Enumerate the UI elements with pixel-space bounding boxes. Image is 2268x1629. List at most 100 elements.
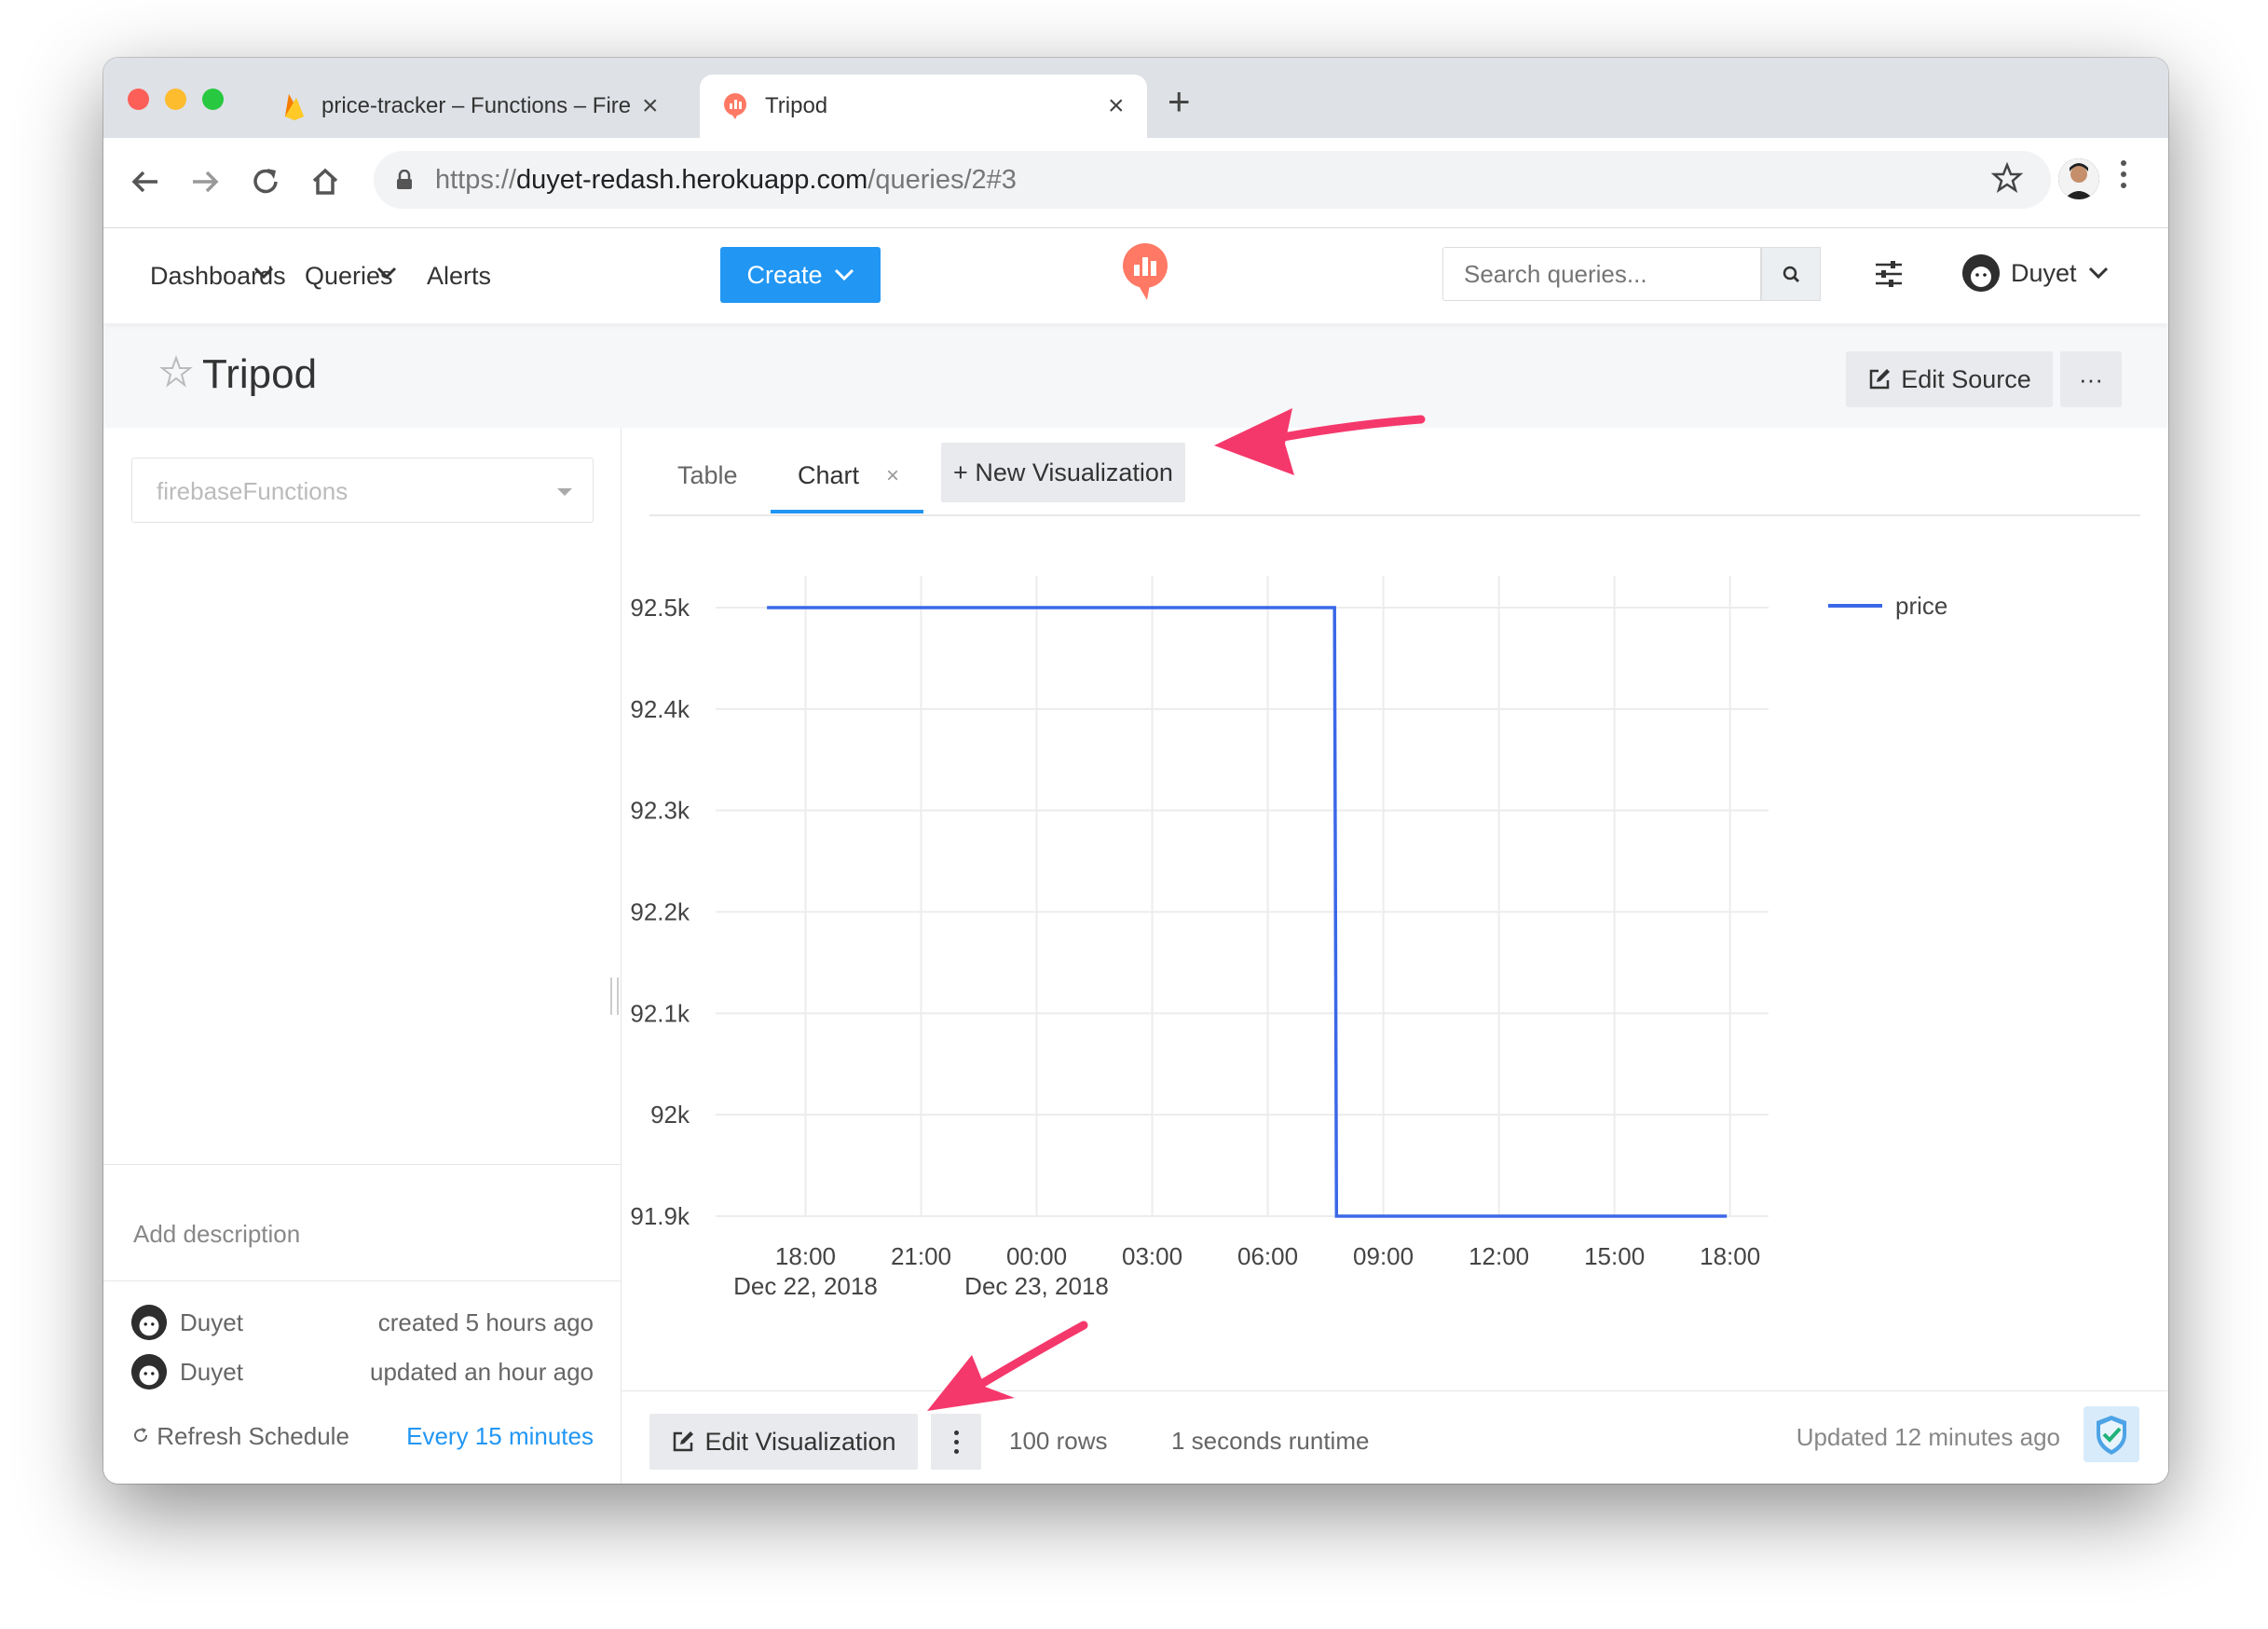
query-title-bar: Tripod Edit Source ··· <box>103 323 2168 428</box>
more-options-button[interactable]: ··· <box>2060 351 2122 407</box>
x-tick-label: 09:00 <box>1353 1242 1414 1270</box>
home-icon[interactable] <box>309 166 341 198</box>
x-tick-label: 21:00 <box>891 1242 951 1270</box>
create-label: Create <box>746 260 823 289</box>
tab-close-icon[interactable]: × <box>1108 90 1125 122</box>
edit-visualization-button[interactable]: Edit Visualization <box>649 1414 918 1470</box>
y-tick-label: 92.5k <box>630 594 690 622</box>
legend-label: price <box>1895 592 1947 620</box>
tab-chart[interactable]: Chart <box>798 461 859 490</box>
redash-logo-icon[interactable] <box>1119 242 1171 302</box>
chart-legend[interactable]: price <box>1828 592 1947 620</box>
x-tick-label: 18:00 <box>775 1242 836 1270</box>
created-time: created 5 hours ago <box>377 1307 594 1336</box>
annotation-arrow-icon <box>1214 408 1426 475</box>
edit-icon <box>674 1431 694 1452</box>
search-button[interactable] <box>1761 247 1821 301</box>
y-tick-label: 92.4k <box>630 695 690 723</box>
data-source-select[interactable]: firebaseFunctions <box>131 458 594 523</box>
updated-time: updated an hour ago <box>370 1357 594 1386</box>
favorite-star-icon[interactable] <box>159 355 193 389</box>
y-tick-label: 92.1k <box>630 999 690 1027</box>
new-visualization-button[interactable]: + New Visualization <box>941 443 1185 502</box>
resize-handle[interactable] <box>610 978 619 1015</box>
tab-close-icon[interactable]: × <box>642 90 659 122</box>
browser-menu-icon[interactable] <box>2119 160 2128 194</box>
row-count: 100 rows <box>1009 1427 1108 1455</box>
y-tick-label: 91.9k <box>630 1202 690 1230</box>
x-tick-date-label: Dec 22, 2018 <box>733 1272 878 1300</box>
updater-name: Duyet <box>180 1357 243 1386</box>
back-arrow-icon[interactable] <box>130 166 161 198</box>
edit-source-button[interactable]: Edit Source <box>1846 351 2053 407</box>
visualization-menu-icon[interactable] <box>931 1414 981 1470</box>
query-sidebar: firebaseFunctions Add description Duyet … <box>103 428 622 1484</box>
chevron-down-icon <box>2088 267 2108 280</box>
user-avatar <box>1962 254 2000 292</box>
y-axis-ticks: 91.9k 92k 92.1k 92.2k 92.3k 92.4k 92.5k <box>630 594 690 1230</box>
close-window-button[interactable] <box>128 89 149 110</box>
visualization-footer: Edit Visualization 100 rows 1 seconds ru… <box>622 1390 2168 1484</box>
caret-down-icon <box>557 488 572 503</box>
redash-favicon-icon <box>724 93 746 119</box>
profile-face-icon <box>2058 158 2099 199</box>
tab-table[interactable]: Table <box>677 461 738 490</box>
shield-check-icon <box>2084 1406 2139 1462</box>
shield-icon[interactable] <box>2084 1406 2139 1462</box>
x-tick-label: 06:00 <box>1237 1242 1298 1270</box>
nav-alerts[interactable]: Alerts <box>427 262 491 291</box>
runtime-text: 1 seconds runtime <box>1171 1427 1370 1455</box>
x-tick-label: 00:00 <box>1006 1242 1067 1270</box>
create-button[interactable]: Create <box>720 247 881 303</box>
app-header: Dashboards Queries Alerts Create Search … <box>103 228 2168 323</box>
edit-icon <box>1869 369 1891 390</box>
new-tab-button[interactable]: + <box>1168 82 1191 121</box>
refresh-schedule-value[interactable]: Every 15 minutes <box>406 1422 594 1451</box>
updated-timestamp: Updated 12 minutes ago <box>1796 1423 2060 1451</box>
page-title[interactable]: Tripod <box>202 351 317 398</box>
add-description-link[interactable]: Add description <box>133 1220 300 1249</box>
price-line-chart: 91.9k92k92.1k92.2k92.3k92.4k92.5k 18:00D… <box>630 576 1947 1300</box>
forward-arrow-icon[interactable] <box>189 166 221 198</box>
user-avatar <box>131 1354 167 1389</box>
chevron-down-icon <box>834 268 854 281</box>
browser-profile-avatar[interactable] <box>2058 158 2099 199</box>
minimize-window-button[interactable] <box>165 89 186 110</box>
refresh-label: Refresh Schedule <box>157 1422 349 1450</box>
close-chart-tab-icon[interactable]: × <box>886 463 899 489</box>
url-text: https://duyet-redash.herokuapp.com/queri… <box>435 165 1017 196</box>
y-tick-label: 92k <box>650 1101 690 1129</box>
x-axis-ticks: 18:00Dec 22, 201821:00 00:00Dec 23, 20180… <box>733 1242 1760 1300</box>
lock-icon <box>397 170 412 189</box>
browser-toolbar: https://duyet-redash.herokuapp.com/queri… <box>103 138 2168 228</box>
user-menu[interactable]: Duyet <box>1962 254 2109 292</box>
y-tick-label: 92.2k <box>630 898 690 926</box>
tab-title: Tripod <box>765 93 828 118</box>
search-queries-input[interactable] <box>1442 247 1761 301</box>
divider <box>103 1280 621 1281</box>
settings-sliders-icon[interactable] <box>1874 260 1904 288</box>
user-name: Duyet <box>2011 258 2077 287</box>
url-path: /queries/2#3 <box>868 164 1017 195</box>
zoom-window-button[interactable] <box>202 89 224 110</box>
refresh-schedule-label: Refresh Schedule <box>131 1422 349 1451</box>
x-tick-label: 03:00 <box>1122 1242 1182 1270</box>
url-host: duyet-redash.herokuapp.com <box>516 164 868 195</box>
chart-grid <box>716 576 1769 1217</box>
browser-tab-firebase[interactable]: price-tracker – Functions – Fire × <box>271 75 663 138</box>
creator-name: Duyet <box>180 1307 243 1336</box>
firebase-icon <box>285 94 304 120</box>
address-bar[interactable]: https://duyet-redash.herokuapp.com/queri… <box>374 151 2051 209</box>
browser-window: price-tracker – Functions – Fire × Tripo… <box>103 58 2168 1484</box>
reload-icon[interactable] <box>250 166 281 198</box>
bookmark-star-icon[interactable] <box>1991 162 2023 194</box>
cat-avatar-icon <box>1962 254 2000 292</box>
divider <box>103 1164 621 1165</box>
chevron-down-icon[interactable] <box>253 266 275 281</box>
created-by-row: Duyet created 5 hours ago <box>131 1303 594 1342</box>
user-avatar <box>131 1305 167 1340</box>
tab-title: price-tracker – Functions – Fire <box>321 93 632 118</box>
chevron-down-icon[interactable] <box>376 266 398 281</box>
url-scheme: https:// <box>435 164 517 195</box>
browser-tab-tripod[interactable]: Tripod × <box>700 75 1147 138</box>
